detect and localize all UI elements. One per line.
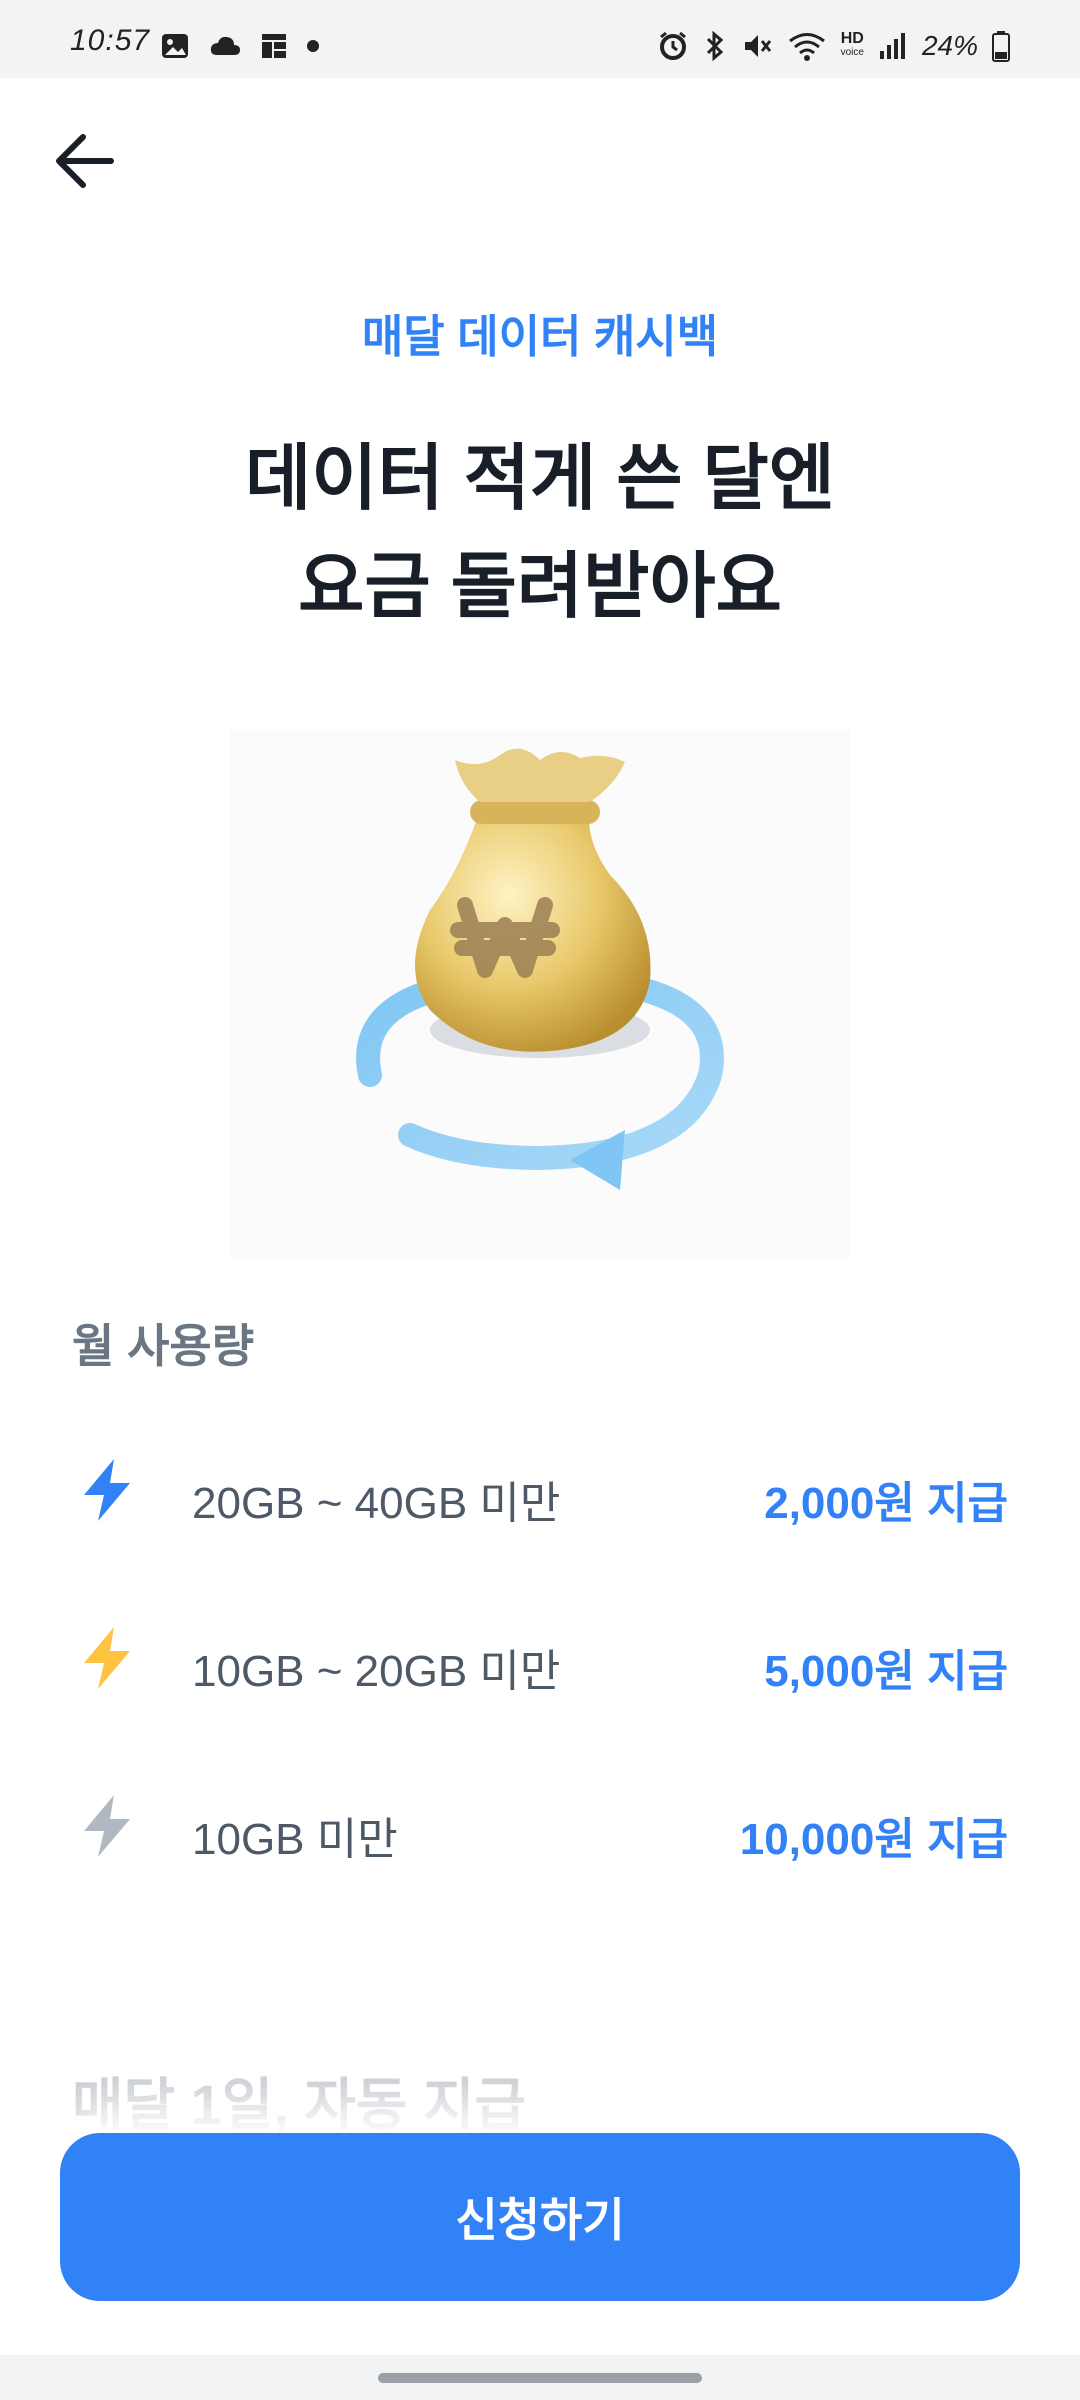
illustration-svg bbox=[356, 748, 724, 1190]
mute-icon bbox=[744, 35, 771, 57]
cloud-icon bbox=[210, 36, 240, 55]
status-bar: 10:57 HD voice 24% bbox=[0, 0, 1080, 78]
status-system-icons: HD voice 24% bbox=[657, 28, 1010, 64]
navigation-bar bbox=[0, 2355, 1080, 2400]
arrow-left-icon bbox=[56, 134, 114, 188]
money-bag-cycle-illustration bbox=[230, 730, 850, 1260]
home-handle[interactable] bbox=[378, 2373, 702, 2383]
tier-row: 20GB ~ 40GB 미만 2,000원 지급 bbox=[72, 1445, 1008, 1535]
dot-icon bbox=[307, 40, 319, 52]
page-title-line-2: 요금 돌려받아요 bbox=[298, 547, 782, 627]
apply-button[interactable]: 신청하기 bbox=[60, 2133, 1020, 2301]
back-button[interactable] bbox=[50, 126, 120, 196]
battery-percent: 24% bbox=[921, 30, 978, 61]
usage-section-title: 월 사용량 bbox=[72, 1320, 255, 1372]
tier-amount: 10,000원 지급 bbox=[739, 1815, 1008, 1864]
signal-icon bbox=[879, 33, 905, 59]
lightning-icon bbox=[84, 1459, 130, 1521]
alarm-icon bbox=[659, 31, 686, 60]
grid-icon bbox=[262, 34, 286, 58]
status-notification-icons bbox=[160, 30, 320, 62]
tier-range: 10GB ~ 20GB 미만 bbox=[192, 1647, 561, 1696]
hd-sub-label: voice bbox=[840, 47, 864, 58]
eyebrow-title: 매달 데이터 캐시백 bbox=[361, 311, 719, 362]
page-title-line-1: 데이터 적게 쓴 달엔 bbox=[245, 439, 835, 519]
hd-voice-icon: HD voice bbox=[840, 30, 864, 60]
bluetooth-icon bbox=[706, 30, 723, 62]
auto-payment-section-title: 매달 1일, 자동 지급 bbox=[72, 2073, 527, 2136]
page-title: 데이터 적게 쓴 달엔 요금 돌려받아요 bbox=[0, 425, 1080, 641]
tier-row: 10GB 미만 10,000원 지급 bbox=[72, 1781, 1008, 1871]
tier-range: 10GB 미만 bbox=[192, 1815, 398, 1864]
battery-icon bbox=[992, 31, 1010, 62]
gallery-icon bbox=[162, 34, 188, 58]
tier-amount: 2,000원 지급 bbox=[764, 1479, 1008, 1528]
tier-row: 10GB ~ 20GB 미만 5,000원 지급 bbox=[72, 1613, 1008, 1703]
lightning-icon bbox=[84, 1627, 130, 1689]
lightning-icon bbox=[84, 1795, 130, 1857]
status-time: 10:57 bbox=[70, 24, 151, 57]
hd-label: HD bbox=[840, 30, 864, 47]
tier-amount: 5,000원 지급 bbox=[764, 1647, 1008, 1696]
wifi-icon bbox=[788, 33, 825, 61]
tier-range: 20GB ~ 40GB 미만 bbox=[192, 1479, 561, 1528]
